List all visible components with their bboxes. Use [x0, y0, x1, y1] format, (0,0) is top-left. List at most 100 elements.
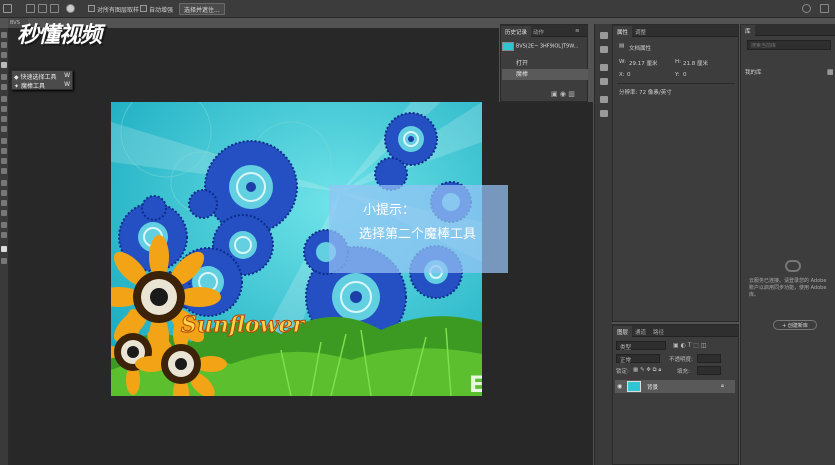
history-snapshot[interactable]: BVS(2E~ 3HF9IOL]T9W... — [502, 42, 588, 56]
grid-view-icon[interactable]: ▦ — [827, 68, 834, 76]
marquee-tool-icon[interactable] — [1, 42, 7, 48]
tip-text: 选择第二个魔棒工具 — [359, 227, 477, 242]
document-icon: ▤ — [619, 43, 625, 49]
workspace-icon[interactable] — [820, 4, 829, 13]
stamp-tool-icon[interactable] — [1, 116, 7, 122]
tab-history[interactable]: 历史记录 — [501, 26, 532, 37]
path-selection-tool-icon[interactable] — [1, 200, 7, 206]
magic-wand-icon: ✦ — [14, 83, 20, 90]
x-value[interactable]: 0 — [627, 72, 631, 78]
create-library-button[interactable]: + 创建新库 — [773, 320, 817, 330]
history-item-open[interactable]: 打开 — [502, 58, 588, 69]
quick-selection-tool-icon[interactable] — [1, 62, 7, 68]
brush-size-icon[interactable] — [66, 4, 75, 13]
clone-source-icon[interactable] — [600, 78, 608, 85]
blend-mode-value: 正常 — [620, 358, 632, 364]
layer-kind-label: 类型 — [620, 345, 632, 351]
tab-actions[interactable]: 动作 — [529, 26, 548, 37]
library-empty-line2: 账户以启用同步功能，使用 Adobe — [749, 285, 827, 291]
history-panel-tabs: 历史记录 动作 ≡ — [501, 25, 587, 37]
tip-overlay: 小提示： 选择第二个魔棒工具 — [329, 185, 508, 273]
sample-all-layers-checkbox[interactable] — [88, 5, 95, 12]
quick-mask-icon[interactable] — [1, 258, 7, 264]
move-tool-icon[interactable] — [1, 32, 7, 38]
layer-row-background[interactable]: ◉ 背景 🔒︎ — [615, 380, 735, 393]
libraries-panel-tabs: 库 — [741, 24, 835, 36]
tool-preset-icon[interactable] — [3, 4, 12, 13]
watermark-logo: 秒懂视频 — [17, 23, 102, 48]
tab-libraries[interactable]: 库 — [741, 25, 755, 36]
artwork-corner-text: E — [469, 373, 482, 396]
layer-filter-icons[interactable]: ▣ ◐ T ⬚ ◫ — [673, 342, 707, 349]
trash-icon[interactable]: ▥ — [568, 90, 575, 98]
tab-layers[interactable]: 图层 — [613, 326, 633, 337]
paragraph-panel-icon[interactable] — [600, 110, 608, 117]
new-document-icon[interactable]: ▣ — [551, 90, 558, 98]
lock-icons[interactable]: ▦ ✎ ✥ ⧉ 🔒︎ — [633, 367, 661, 374]
library-empty-text: 云服务已连接。请登录您的 Adobe 账户以启用同步功能，使用 Adobe 库。 — [749, 278, 833, 299]
visibility-eye-icon[interactable]: ◉ — [617, 383, 622, 390]
layer-name: 背景 — [647, 385, 659, 391]
flyout-item-magic-wand[interactable]: ✦ 魔棒工具 W — [14, 81, 72, 90]
add-selection-icon[interactable] — [38, 4, 47, 13]
character-panel-icon[interactable] — [600, 96, 608, 103]
fill-input[interactable] — [697, 366, 721, 375]
crop-tool-icon[interactable] — [1, 74, 7, 80]
quick-selection-icon: ◆ — [14, 74, 19, 81]
blur-tool-icon[interactable] — [1, 158, 7, 164]
history-item-magic-wand[interactable]: 魔棒 — [502, 69, 588, 80]
history-brush-tool-icon[interactable] — [1, 126, 7, 132]
search-icon[interactable] — [802, 4, 811, 13]
tab-adjustments[interactable]: 调整 — [631, 26, 650, 37]
brush-settings-icon[interactable] — [600, 64, 608, 71]
panel-dock-strip — [594, 24, 612, 465]
gradient-tool-icon[interactable] — [1, 148, 7, 154]
brush-tool-icon[interactable] — [1, 106, 7, 112]
shape-tool-icon[interactable] — [1, 210, 7, 216]
lasso-tool-icon[interactable] — [1, 52, 7, 58]
flyout-item-quick-selection[interactable]: ◆ 快速选择工具 W — [14, 72, 72, 81]
blend-mode-select[interactable]: 正常 — [616, 354, 660, 364]
pen-tool-icon[interactable] — [1, 180, 7, 186]
tab-channels[interactable]: 通道 — [631, 326, 650, 337]
library-search-input[interactable]: 搜索当前库 — [747, 40, 831, 50]
height-value[interactable]: 21.8 厘米 — [683, 59, 708, 67]
opacity-label: 不透明度: — [669, 357, 693, 363]
zoom-tool-icon[interactable] — [1, 232, 7, 238]
hand-tool-icon[interactable] — [1, 222, 7, 228]
dodge-tool-icon[interactable] — [1, 168, 7, 174]
type-tool-icon[interactable] — [1, 190, 7, 196]
foreground-color-icon[interactable] — [1, 246, 7, 252]
snapshot-thumbnail — [502, 42, 514, 51]
healing-tool-icon[interactable] — [1, 96, 7, 102]
auto-enhance-checkbox[interactable] — [140, 5, 147, 12]
camera-icon[interactable]: ◉ — [560, 90, 566, 98]
opacity-input[interactable] — [697, 354, 721, 363]
history-item-label: 打开 — [516, 60, 529, 67]
library-category[interactable]: 我的库 — [745, 68, 762, 76]
layer-kind-filter[interactable]: 类型 — [616, 341, 666, 351]
auto-enhance-label: 自动增强 — [149, 7, 174, 14]
tip-title: 小提示： — [363, 203, 416, 218]
lock-icon[interactable]: 🔒︎ — [721, 383, 724, 390]
select-and-mask-button[interactable]: 选择并遮住... — [179, 3, 225, 15]
options-bar: 对所有图层取样 自动增强 选择并遮住... — [0, 0, 835, 18]
actions-panel-icon[interactable] — [600, 46, 608, 53]
layer-thumbnail — [627, 381, 641, 392]
eraser-tool-icon[interactable] — [1, 138, 7, 144]
flyout-item-shortcut: W — [64, 81, 70, 88]
history-panel-icon[interactable] — [600, 32, 608, 39]
eyedropper-tool-icon[interactable] — [1, 84, 7, 90]
tab-paths[interactable]: 路径 — [649, 326, 668, 337]
library-empty-line1: 云服务已连接。请登录您的 Adobe — [749, 278, 827, 284]
document-properties-label: 文档属性 — [629, 46, 652, 52]
y-value[interactable]: 0 — [683, 72, 687, 78]
tools-panel — [0, 28, 9, 465]
new-selection-icon[interactable] — [26, 4, 35, 13]
panel-menu-icon[interactable]: ≡ — [571, 26, 584, 37]
snapshot-name: BVS(2E~ 3HF9IOL]T9W... — [515, 43, 579, 50]
width-value[interactable]: 29.17 厘米 — [629, 59, 658, 67]
subtract-selection-icon[interactable] — [50, 4, 59, 13]
history-footer-icons: ▣ ◉ ▥ — [551, 90, 575, 98]
tab-properties[interactable]: 属性 — [613, 26, 633, 37]
